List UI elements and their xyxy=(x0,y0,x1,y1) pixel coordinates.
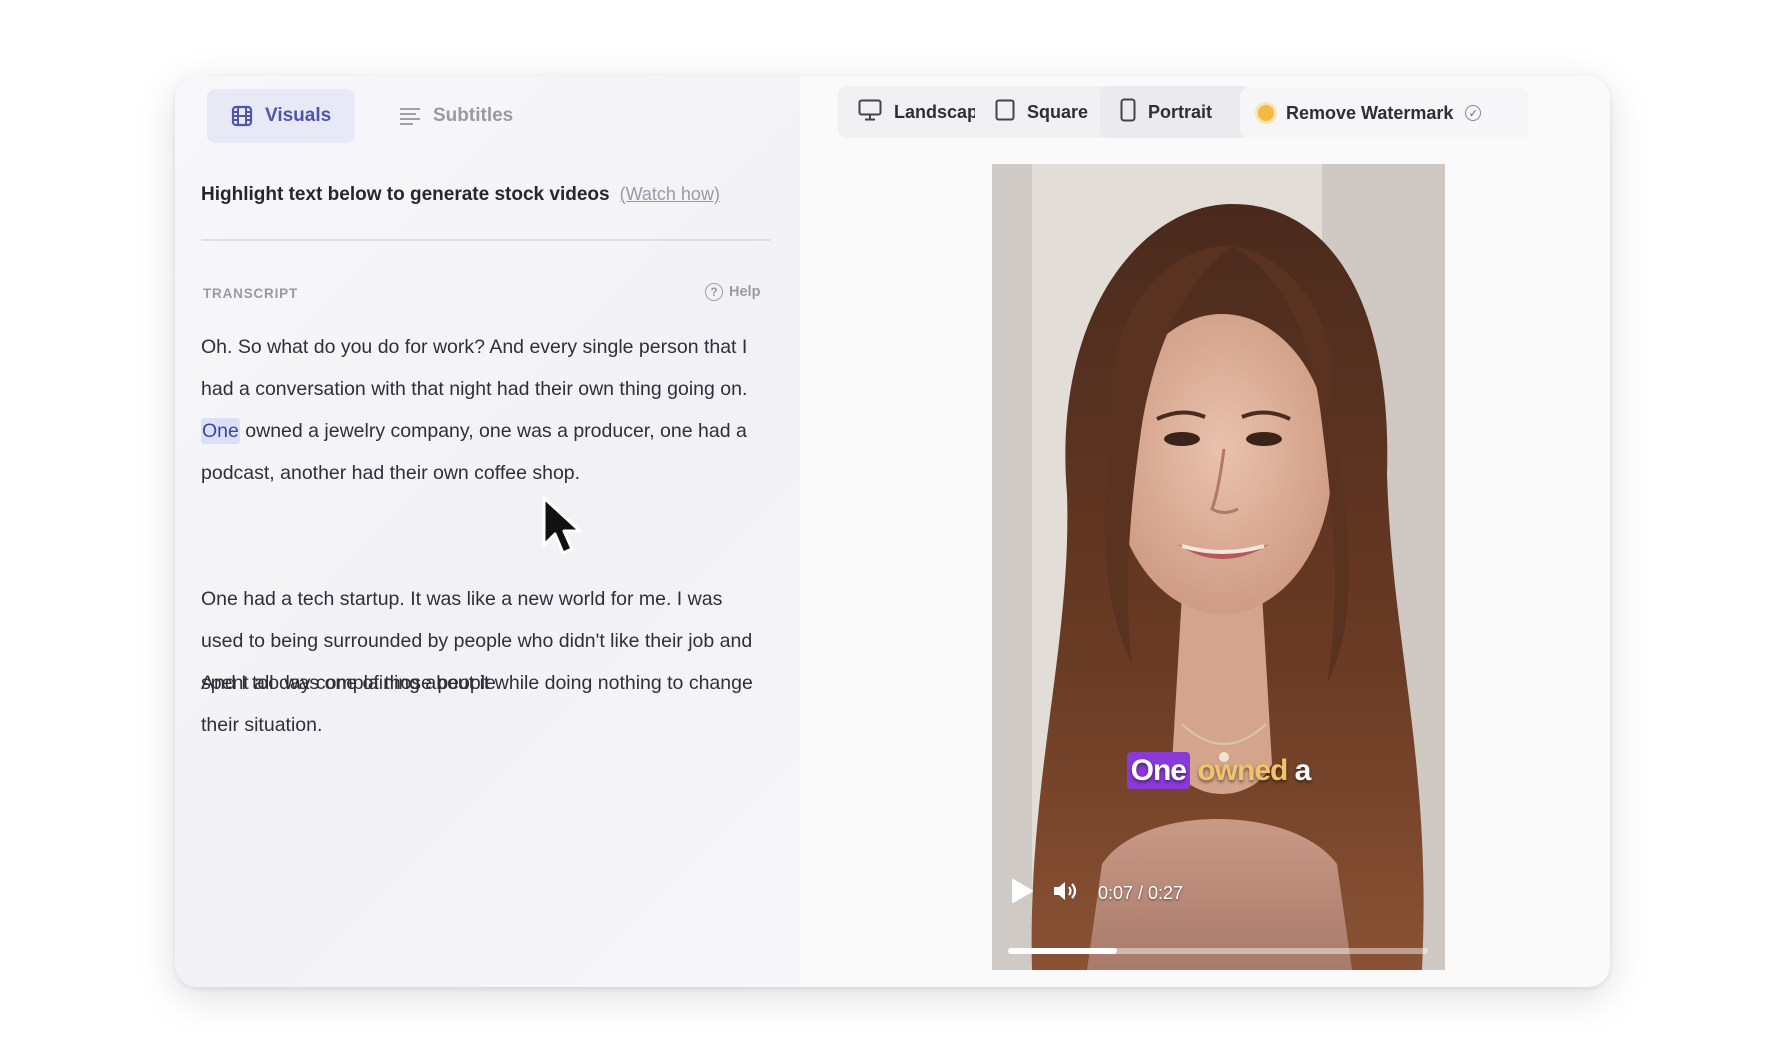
help-button[interactable]: ? Help xyxy=(705,283,760,301)
tab-visuals[interactable]: Visuals xyxy=(207,89,355,143)
video-preview[interactable]: One owned a 0:07 / 0:27 xyxy=(992,164,1445,970)
transcript-heading: TRANSCRIPT xyxy=(203,286,298,301)
phone-icon xyxy=(1120,98,1136,127)
caption-word: owned xyxy=(1197,754,1288,787)
editor-window: Visuals Subtitles Highlight text below t… xyxy=(175,76,1610,987)
time-display: 0:07 / 0:27 xyxy=(1098,883,1184,903)
video-caption: One owned a xyxy=(992,752,1445,789)
square-icon xyxy=(995,99,1015,126)
highlighted-word[interactable]: One xyxy=(201,418,240,444)
cursor-icon xyxy=(541,495,587,562)
left-panel: Visuals Subtitles Highlight text below t… xyxy=(175,76,800,987)
progress-bar[interactable] xyxy=(1008,948,1428,954)
help-icon: ? xyxy=(705,283,723,301)
transcript-text: owned a jewelry company, one was a produ… xyxy=(201,420,747,484)
transcript-paragraph-3[interactable]: And I too was one of those people. xyxy=(201,662,761,704)
play-icon[interactable] xyxy=(1010,878,1034,909)
video-frame-image xyxy=(992,164,1445,970)
tab-subtitles[interactable]: Subtitles xyxy=(375,89,537,143)
volume-icon[interactable] xyxy=(1052,879,1080,908)
monitor-icon xyxy=(858,99,882,126)
sun-icon xyxy=(1258,105,1274,121)
tab-subtitles-label: Subtitles xyxy=(433,105,514,126)
instruction-text: Highlight text below to generate stock v… xyxy=(201,184,720,206)
instruction-label: Highlight text below to generate stock v… xyxy=(201,184,610,205)
help-label: Help xyxy=(729,284,761,300)
film-icon xyxy=(231,105,253,127)
landscape-label: Landscape xyxy=(894,101,989,122)
progress-fill xyxy=(1008,948,1118,954)
transcript-text: Oh. So what do you do for work? And ever… xyxy=(201,336,748,400)
lines-icon xyxy=(399,107,421,125)
transcript-paragraph-1[interactable]: Oh. So what do you do for work? And ever… xyxy=(201,326,761,494)
watch-how-link[interactable]: (Watch how) xyxy=(620,184,720,204)
caption-active-word: One xyxy=(1126,752,1190,789)
tab-visuals-label: Visuals xyxy=(265,105,332,126)
check-circle-icon: ✓ xyxy=(1465,105,1482,121)
player-controls: 0:07 / 0:27 xyxy=(1010,878,1183,909)
remove-watermark-button[interactable]: Remove Watermark ✓ xyxy=(1240,88,1528,138)
divider xyxy=(201,239,770,241)
square-label: Square xyxy=(1027,101,1089,122)
remove-watermark-label: Remove Watermark xyxy=(1286,102,1454,123)
portrait-label: Portrait xyxy=(1148,101,1213,122)
preview-panel: Landscape Square Portrait Remove Waterma… xyxy=(800,76,1610,987)
portrait-button[interactable]: Portrait xyxy=(1100,86,1250,138)
caption-word: a xyxy=(1294,754,1312,787)
